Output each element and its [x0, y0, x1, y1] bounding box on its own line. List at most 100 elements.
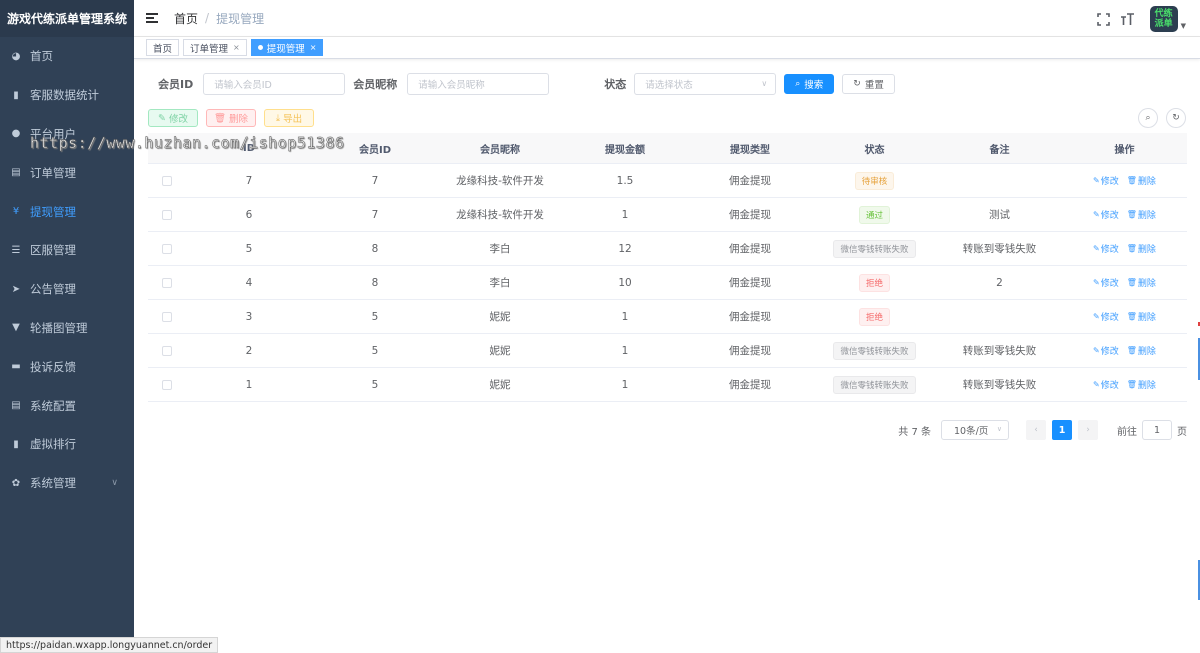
fullscreen-icon[interactable]: [1096, 11, 1112, 27]
cell-actions: ✎ 修改 🗑 删除: [1062, 164, 1187, 197]
refresh-icon[interactable]: ↻: [1166, 108, 1186, 128]
row-edit-link[interactable]: ✎ 修改: [1093, 242, 1119, 255]
row-checkbox[interactable]: [162, 277, 172, 288]
cell-id: 2: [245, 344, 253, 357]
sidebar-item-9[interactable]: ▤ 系统配置: [0, 386, 134, 425]
cell-nickname: 妮妮: [489, 345, 511, 357]
close-icon[interactable]: ×: [310, 43, 317, 52]
close-icon[interactable]: ×: [233, 43, 240, 52]
nickname-input[interactable]: 请输入会员昵称: [407, 73, 550, 95]
search-button[interactable]: ⌕ 搜索: [784, 74, 835, 94]
edit-icon: ✎: [158, 112, 166, 124]
sidebar-item-label: 轮播图管理: [30, 320, 88, 335]
status-badge: 拒绝: [858, 307, 890, 326]
table-row[interactable]: 3 5 妮妮 1 佣金提现 拒绝 ✎ 修改 🗑 删除: [148, 300, 1187, 334]
sidebar-item-11[interactable]: ✿ 系统管理 ∨: [0, 464, 134, 503]
cell-remark: [937, 300, 1062, 333]
cell-type: 佣金提现: [729, 277, 771, 289]
chart-icon: ▮: [13, 89, 19, 101]
withdraw-table: ID 会员ID 会员昵称 提现金额 提现类型 状态 备注 操作 7 7 龙缘科技-软件开发 1.5 佣…: [148, 133, 1187, 402]
table-row[interactable]: 6 7 龙缘科技-软件开发 1 佣金提现 通过 测试 ✎ 修改 🗑 删除: [148, 198, 1187, 232]
tag-2[interactable]: 提现管理 ×: [250, 39, 324, 56]
pagination-total: 共 7 条: [898, 426, 931, 438]
chevron-down-icon: ∨: [111, 477, 118, 488]
row-checkbox-cell: [148, 334, 186, 367]
row-edit-link[interactable]: ✎ 修改: [1093, 276, 1119, 289]
row-checkbox[interactable]: [162, 311, 172, 322]
sidebar-item-1[interactable]: ▮ 客服数据统计: [0, 76, 134, 115]
delete-button[interactable]: 🗑 删除: [206, 109, 256, 127]
row-delete-link[interactable]: 🗑 删除: [1127, 242, 1156, 255]
reset-button[interactable]: ↻ 重置: [842, 74, 895, 94]
page-number-current[interactable]: 1: [1052, 420, 1072, 440]
edit-button-label: 修改: [168, 114, 188, 125]
row-delete-link[interactable]: 🗑 删除: [1127, 208, 1156, 221]
sidebar-item-3[interactable]: ▤ 订单管理: [0, 153, 134, 192]
row-checkbox[interactable]: [162, 379, 172, 390]
edit-icon: ✎: [1093, 244, 1100, 253]
caret-down-icon[interactable]: ▼: [1181, 22, 1186, 30]
row-checkbox-cell: [148, 368, 186, 401]
status-select[interactable]: 请选择状态 ∨: [634, 73, 777, 95]
row-delete-link[interactable]: 🗑 删除: [1127, 174, 1156, 187]
table-row[interactable]: 1 5 妮妮 1 佣金提现 微信零钱转账失败 转账到零钱失败 ✎ 修改 🗑 删除: [148, 368, 1187, 402]
row-edit-link[interactable]: ✎ 修改: [1093, 174, 1119, 187]
row-edit-link[interactable]: ✎ 修改: [1093, 344, 1119, 357]
cell-member_id: 7: [371, 174, 379, 187]
edit-icon: ✎: [1093, 312, 1100, 321]
row-checkbox-cell: [148, 266, 186, 299]
watermark-text: https://www.huzhan.com/ishop51386: [30, 134, 345, 152]
table-row[interactable]: 4 8 李白 10 佣金提现 拒绝 2 ✎ 修改 🗑 删除: [148, 266, 1187, 300]
next-page-button[interactable]: ›: [1078, 420, 1098, 440]
app-logo-title[interactable]: 游戏代练派单管理系统: [0, 0, 134, 37]
row-delete-link[interactable]: 🗑 删除: [1127, 310, 1156, 323]
sidebar-item-10[interactable]: ▮ 虚拟排行: [0, 425, 134, 464]
row-edit-label: 修改: [1100, 381, 1119, 391]
toggle-search-icon[interactable]: ⌕: [1138, 108, 1158, 128]
row-checkbox[interactable]: [162, 209, 172, 220]
status-label: 状态: [604, 78, 627, 91]
font-size-icon[interactable]: [1120, 11, 1136, 27]
goto-label: 前往: [1117, 426, 1137, 438]
cell-nickname: 李白: [489, 243, 511, 255]
table-row[interactable]: 2 5 妮妮 1 佣金提现 微信零钱转账失败 转账到零钱失败 ✎ 修改 🗑 删除: [148, 334, 1187, 368]
row-checkbox[interactable]: [162, 243, 172, 254]
sidebar: 游戏代练派单管理系统 ◕ 首页 ▮ 客服数据统计 ● 平台用户 ▤ 订单管理 ¥ 提现管理 ☰ 区服管…: [0, 0, 134, 653]
sidebar-item-7[interactable]: ▼ 轮播图管理: [0, 309, 134, 348]
page-size-select[interactable]: 10条/页 ∨: [941, 420, 1009, 440]
member-id-input[interactable]: 请输入会员ID: [203, 73, 346, 95]
sidebar-item-5[interactable]: ☰ 区服管理: [0, 231, 134, 270]
cell-amount: 1: [621, 208, 629, 221]
sidebar-item-6[interactable]: ➤ 公告管理: [0, 270, 134, 309]
row-checkbox[interactable]: [162, 345, 172, 356]
sidebar-item-0[interactable]: ◕ 首页: [0, 37, 134, 76]
row-edit-link[interactable]: ✎ 修改: [1093, 378, 1119, 391]
goto-page-input[interactable]: 1: [1142, 420, 1172, 440]
cell-type: 佣金提现: [729, 311, 771, 323]
row-delete-link[interactable]: 🗑 删除: [1127, 378, 1156, 391]
export-button[interactable]: ⤓ 导出: [264, 109, 314, 127]
avatar[interactable]: 代练 派单: [1149, 6, 1178, 32]
row-checkbox-cell: [148, 198, 186, 231]
cell-status: 微信零钱转账失败: [812, 334, 937, 367]
row-edit-link[interactable]: ✎ 修改: [1093, 310, 1119, 323]
sidebar-item-label: 公告管理: [30, 282, 76, 297]
tag-0[interactable]: 首页: [146, 39, 180, 56]
row-edit-link[interactable]: ✎ 修改: [1093, 208, 1119, 221]
row-checkbox[interactable]: [162, 175, 172, 186]
table-row[interactable]: 5 8 李白 12 佣金提现 微信零钱转账失败 转账到零钱失败 ✎ 修改 🗑 删除: [148, 232, 1187, 266]
tag-1[interactable]: 订单管理 ×: [183, 39, 247, 56]
cell-amount: 1: [621, 378, 629, 391]
prev-page-button[interactable]: ‹: [1026, 420, 1046, 440]
row-delete-link[interactable]: 🗑 删除: [1127, 344, 1156, 357]
breadcrumb-home[interactable]: 首页: [174, 10, 198, 27]
cell-type: 佣金提现: [729, 175, 771, 187]
sidebar-item-4[interactable]: ¥ 提现管理: [0, 192, 134, 231]
edit-button[interactable]: ✎ 修改: [148, 109, 198, 127]
cell-id: 3: [245, 310, 253, 323]
cell-status: 拒绝: [812, 300, 937, 333]
hamburger-icon[interactable]: [146, 11, 158, 25]
table-row[interactable]: 7 7 龙缘科技-软件开发 1.5 佣金提现 待审核 ✎ 修改 🗑 删除: [148, 164, 1187, 198]
sidebar-item-8[interactable]: ▬ 投诉反馈: [0, 347, 134, 386]
row-delete-link[interactable]: 🗑 删除: [1127, 276, 1156, 289]
